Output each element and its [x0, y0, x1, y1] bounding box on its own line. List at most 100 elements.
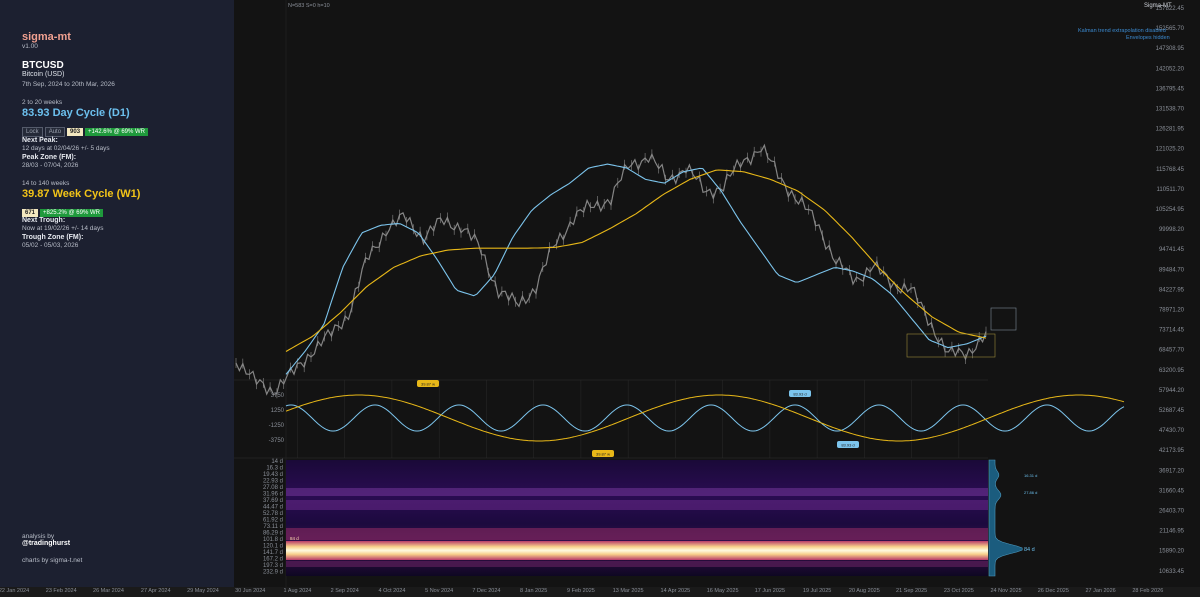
price-tick-label: 26403.70: [1159, 509, 1185, 515]
analysis-by: analysis by: [22, 533, 55, 540]
spectrogram-tick-label: 22.93 d: [263, 479, 283, 485]
price-tick-label: 10633.45: [1159, 569, 1185, 575]
next-peak-label: Next Peak:: [22, 137, 58, 144]
price-tick-label: 47430.70: [1159, 428, 1185, 434]
auto-button[interactable]: Auto: [44, 127, 66, 137]
cycle1-performance: +142.6% @ 69% WR: [85, 128, 148, 136]
spectrogram-tick-label: 52.78 d: [263, 511, 283, 517]
charts-by[interactable]: charts by sigma-t.net: [22, 557, 82, 564]
x-tick-label: 20 Aug 2025: [848, 588, 880, 594]
chart-brand: Sigma-MT: [1144, 3, 1172, 9]
price-tick-label: 115768.45: [1156, 167, 1185, 173]
lock-button[interactable]: Lock: [22, 127, 43, 137]
x-tick-label: 27 Apr 2024: [140, 588, 171, 594]
fast-cycle-peak-label: 83.93 d: [793, 392, 806, 397]
author-handle[interactable]: @tradinghurst: [22, 540, 70, 547]
price-tick-label: 63200.95: [1159, 368, 1185, 374]
x-tick-label: 21 Sep 2025: [896, 588, 928, 594]
price-tick-label: 142052.20: [1156, 66, 1185, 72]
price-tick-label: 36917.20: [1159, 468, 1185, 474]
price-tick-label: 136795.45: [1156, 86, 1185, 92]
x-tick-label: 17 Jun 2025: [754, 588, 786, 594]
next-trough-label: Next Trough:: [22, 217, 66, 224]
x-tick-label: 23 Oct 2025: [943, 588, 974, 594]
peak-zone-value: 28/03 - 07/04, 2026: [22, 162, 79, 169]
x-tick-label: 7 Dec 2024: [472, 588, 501, 594]
spectrogram-tick-label: 197.3 d: [263, 563, 283, 569]
x-tick-label: 26 Dec 2025: [1037, 588, 1069, 594]
oscillator-tick-label: 1250: [271, 408, 285, 414]
spectrogram-tick-label: 167.2 d: [263, 557, 283, 563]
x-tick-label: 26 Mar 2024: [93, 588, 124, 594]
chart-area[interactable]: 157822.45 152565.70 147308.95 142052.20 1367…: [234, 0, 1200, 587]
oscillator-tick-label: -1250: [269, 423, 285, 429]
x-tick-label: 8 Jan 2025: [520, 588, 548, 594]
cycle1-title: 83.93 Day Cycle (D1): [22, 107, 130, 119]
sidebar-panel: sigma-mt v1.00 BTCUSD Bitcoin (USD) 7th …: [0, 0, 234, 587]
price-tick-label: 99998.20: [1159, 227, 1185, 233]
cycle1-controls: Lock Auto 903 +142.6% @ 69% WR: [22, 120, 148, 138]
spectrogram-tick-label: 86.29 d: [263, 531, 283, 537]
x-tick-label: 19 Jul 2025: [802, 588, 832, 594]
spectrogram-tick-label: 16.3 d: [266, 466, 283, 472]
spectrogram-tick-label: 27.08 d: [263, 485, 283, 491]
spectrum-profile: [988, 459, 1023, 577]
spectrogram-tick-label: 19.43 d: [263, 472, 283, 478]
chart-svg[interactable]: 157822.45152565.70147308.95142052.201367…: [234, 0, 1200, 587]
x-tick-label: 30 Jun 2024: [235, 588, 266, 594]
spectrum-peak-label: 16.31 d: [1024, 473, 1037, 478]
price-tick-label: 126281.95: [1156, 127, 1185, 133]
spectrogram-tick-label: 37.69 d: [263, 498, 283, 504]
spectrogram-tick-label: 141.7 d: [263, 550, 283, 556]
x-tick-label: 13 Mar 2025: [612, 588, 644, 594]
price-tick-label: 94741.45: [1159, 247, 1185, 253]
spectrogram-tick-label: 31.96 d: [263, 492, 283, 498]
spectrogram-tick-label: 44.47 d: [263, 505, 283, 511]
x-tick-label: 14 Apr 2025: [660, 588, 691, 594]
spectrogram-tick-label: 232.9 d: [263, 570, 283, 576]
price-tick-label: 78971.20: [1159, 308, 1185, 314]
cycle1-range: 2 to 20 weeks: [22, 99, 63, 106]
x-tick-label: 16 May 2025: [706, 588, 739, 594]
next-trough-value: Now at 19/02/26 +/- 14 days: [22, 225, 104, 232]
oscillator-tick-label: -3750: [269, 438, 285, 444]
oscillator-tick-label: 3750: [271, 393, 285, 399]
spectrogram-tick-label: 14 d: [271, 459, 283, 465]
x-tick-label: 5 Nov 2024: [425, 588, 454, 594]
dominant-cycle-label: 84 d: [290, 536, 299, 541]
spectrum-peak-label: 27.86 d: [1024, 490, 1037, 495]
x-tick-label: 2 Sep 2024: [330, 588, 359, 594]
x-tick-label: 4 Oct 2024: [378, 588, 406, 594]
price-tick-label: 57944.20: [1159, 388, 1185, 394]
app-name: sigma-mt: [22, 31, 71, 43]
cycle2-performance: +825.2% @ 69% WR: [40, 209, 103, 217]
price-tick-label: 21146.95: [1159, 529, 1184, 535]
price-tick-label: 105254.95: [1156, 207, 1185, 213]
price-tick-label: 52687.45: [1159, 408, 1185, 414]
slow-cycle-series: [285, 169, 987, 352]
x-tick-label: 23 Feb 2024: [45, 588, 77, 594]
price-tick-label: 68457.70: [1159, 348, 1185, 354]
next-peak-value: 12 days at 02/04/26 +/- 5 days: [22, 145, 110, 152]
spectrogram-panel: [286, 460, 988, 576]
x-tick-label: 28 Feb 2026: [1132, 588, 1164, 594]
trough-zone-label: Trough Zone (FM):: [22, 234, 84, 241]
cycle1-strength: 903: [67, 128, 84, 136]
spectrogram-tick-label: 120.1 d: [263, 544, 283, 550]
price-tick-label: 42173.95: [1159, 448, 1185, 454]
oscillator-fast: [285, 404, 1125, 432]
x-tick-label: 22 Jan 2024: [0, 588, 30, 594]
x-tick-label: 24 Nov 2025: [990, 588, 1022, 594]
price-tick-label: 121025.20: [1156, 147, 1185, 153]
date-range: 7th Sep, 2024 to 20th Mar, 2026: [22, 81, 115, 88]
price-tick-label: 73714.45: [1159, 328, 1185, 334]
app-version: v1.00: [22, 43, 38, 50]
slow-cycle-peak-label: 39.87 w: [421, 382, 435, 387]
note-kalman: Kalman trend extrapolation disabled: [1078, 28, 1166, 34]
x-tick-label: 1 Aug 2024: [283, 588, 312, 594]
symbol: BTCUSD: [22, 60, 64, 71]
price-tick-label: 89484.70: [1159, 267, 1185, 273]
x-tick-label: 9 Feb 2025: [566, 588, 595, 594]
oscillator-slow: [285, 394, 1125, 442]
slow-cycle-trough-label: 39.87 w: [596, 452, 610, 457]
